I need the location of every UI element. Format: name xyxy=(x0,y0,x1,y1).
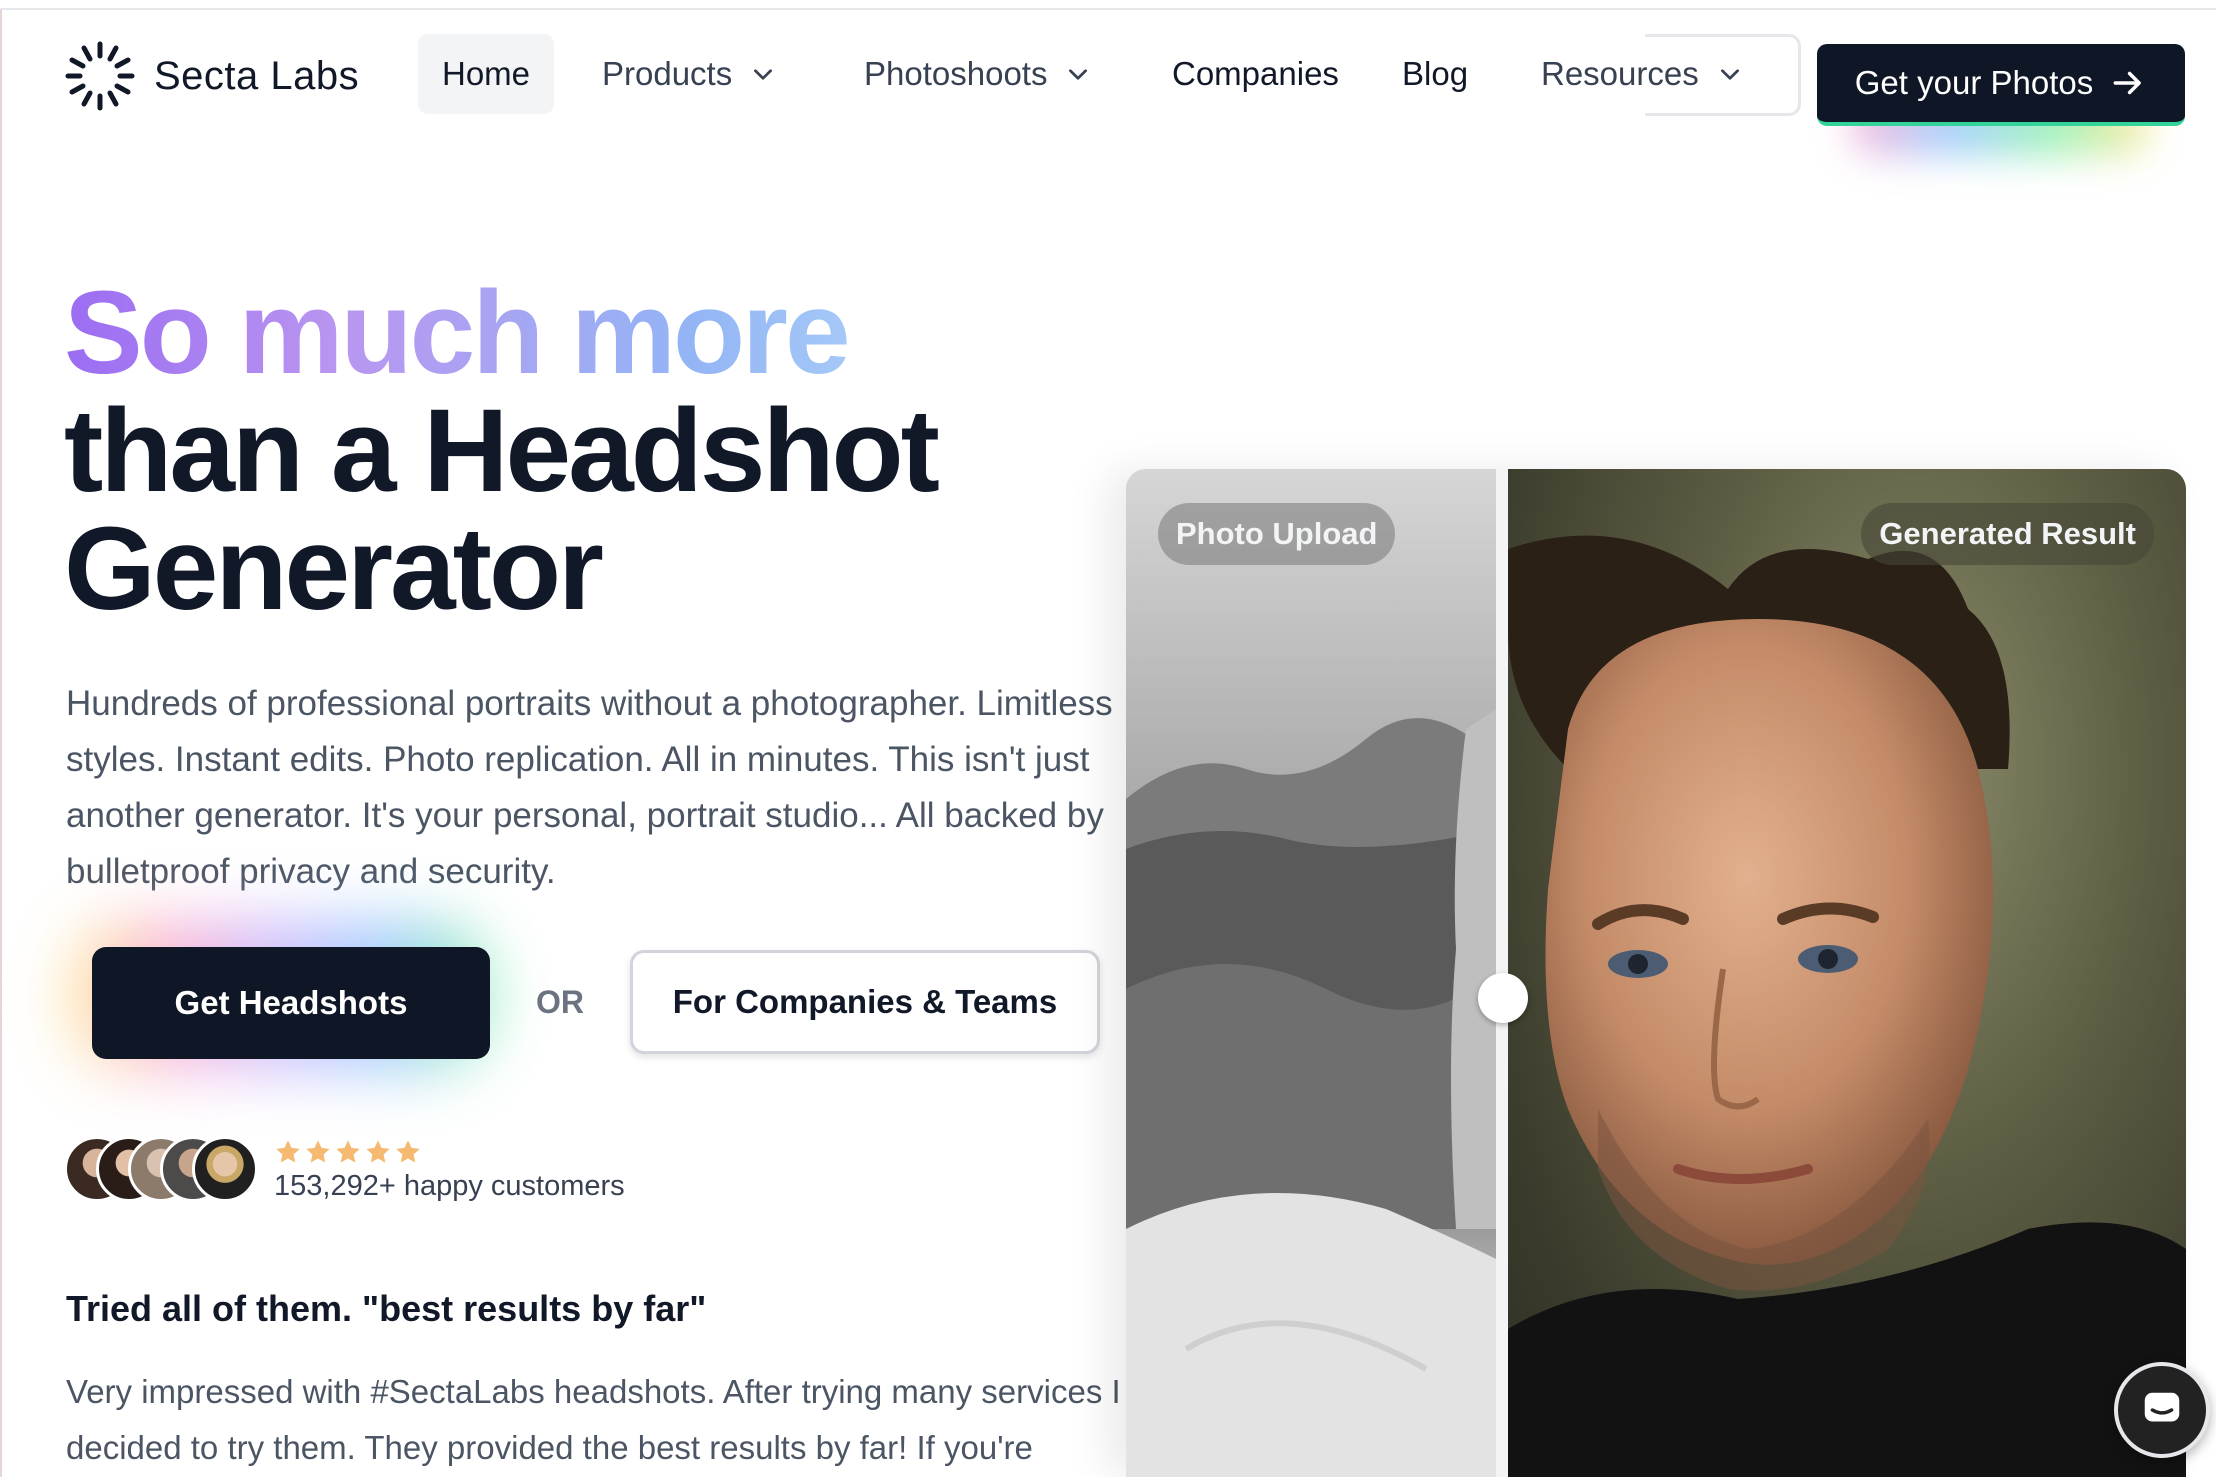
testimonial-body: Very impressed with #SectaLabs headshots… xyxy=(66,1373,1121,1466)
get-headshots-button[interactable]: Get Headshots xyxy=(92,947,490,1059)
upload-photo-illustration xyxy=(1126,469,1496,1477)
star-icon xyxy=(306,1140,330,1163)
photo-upload-label: Photo Upload xyxy=(1158,503,1396,565)
chat-bubble-icon xyxy=(2144,1392,2180,1422)
avatar xyxy=(192,1136,258,1202)
hero-heading-line-1: So much more xyxy=(64,267,851,399)
get-your-photos-button[interactable]: Get your Photos xyxy=(1817,44,2185,126)
browser-top-edge xyxy=(0,0,2216,10)
nav-resources[interactable]: Resources xyxy=(1541,34,1743,114)
before-after-comparison[interactable]: Photo Upload Generated Result xyxy=(1126,469,2186,1477)
nav-companies[interactable]: Companies xyxy=(1172,34,1339,114)
generated-result-image: Generated Result xyxy=(1508,469,2186,1477)
nav-home[interactable]: Home xyxy=(418,34,554,114)
nav-blog[interactable]: Blog xyxy=(1402,34,1468,114)
nav-products-label: Products xyxy=(602,55,733,92)
generated-result-label: Generated Result xyxy=(1861,503,2154,565)
star-icon xyxy=(276,1140,300,1163)
arrow-right-icon xyxy=(2113,71,2142,95)
hero-heading-line-3: Generator xyxy=(64,503,604,635)
brand-logo[interactable]: Secta Labs xyxy=(62,38,359,114)
top-navigation: Secta Labs Home Products Photoshoots Com… xyxy=(0,10,2216,156)
photo-upload-image: Photo Upload xyxy=(1126,469,1496,1477)
sun-burst-logo-icon xyxy=(65,41,135,111)
nav-products[interactable]: Products xyxy=(602,34,776,114)
chat-launcher-button[interactable] xyxy=(2114,1362,2210,1458)
happy-customers-count: 153,292+ happy customers xyxy=(274,1170,625,1202)
companies-teams-button[interactable]: For Companies & Teams xyxy=(630,950,1100,1054)
get-your-photos-label: Get your Photos xyxy=(1854,64,2094,101)
testimonial-title: Tried all of them. "best results by far" xyxy=(66,1288,707,1329)
star-icon xyxy=(396,1140,420,1163)
or-separator: OR xyxy=(536,984,584,1020)
nav-photoshoots-label: Photoshoots xyxy=(864,55,1048,92)
chevron-down-icon xyxy=(1720,69,1739,80)
comparison-slider-handle[interactable] xyxy=(1478,973,1528,1023)
brand-name: Secta Labs xyxy=(154,53,360,98)
nav-resources-label: Resources xyxy=(1541,55,1699,92)
star-icon xyxy=(366,1140,390,1163)
star-icon xyxy=(336,1140,360,1163)
hero-heading-line-2: than a Headshot xyxy=(64,385,940,517)
rating-stars xyxy=(274,1138,422,1166)
chevron-down-icon xyxy=(754,69,773,80)
chevron-down-icon xyxy=(1069,69,1088,80)
nav-photoshoots[interactable]: Photoshoots xyxy=(864,34,1091,114)
hero-description: Hundreds of professional portraits witho… xyxy=(66,684,1113,891)
browser-left-edge xyxy=(0,10,2,1477)
generated-portrait-illustration xyxy=(1508,535,2186,1477)
customer-avatars xyxy=(64,1136,264,1206)
